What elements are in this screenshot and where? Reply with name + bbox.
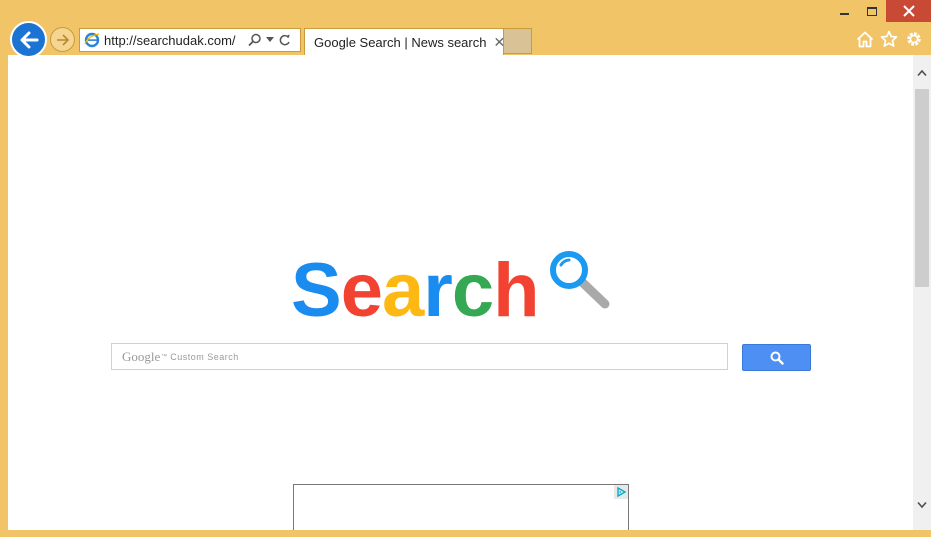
window-bottom-frame — [0, 530, 931, 537]
favorites-button[interactable] — [879, 29, 899, 49]
arrow-right-icon — [56, 33, 69, 46]
logo-letter-h: h — [493, 248, 539, 333]
scroll-up-icon[interactable] — [917, 69, 927, 77]
adchoices-icon[interactable] — [614, 485, 628, 499]
address-search-button[interactable] — [248, 33, 262, 47]
scrollbar-thumb[interactable] — [915, 89, 929, 287]
search-icon — [770, 351, 784, 365]
refresh-icon — [279, 34, 290, 45]
vertical-scrollbar[interactable] — [913, 55, 931, 530]
browser-chrome: http://searchudak.com/ Google Search | N… — [0, 0, 931, 58]
star-icon — [880, 30, 898, 47]
search-watermark-trademark: ™ — [161, 353, 168, 360]
scroll-down-icon[interactable] — [917, 501, 927, 509]
settings-button[interactable] — [904, 29, 924, 49]
tab-label: Google Search | News search — [314, 34, 487, 50]
logo-letter-a: a — [381, 248, 424, 333]
new-tab-button[interactable] — [504, 28, 532, 54]
logo-letter-e: e — [340, 248, 383, 333]
search-watermark-text: Custom Search — [170, 351, 239, 362]
arrow-left-icon — [20, 31, 38, 48]
logo-letter-r: r — [423, 248, 453, 333]
forward-button[interactable] — [50, 27, 75, 52]
minimize-button[interactable] — [830, 0, 858, 22]
refresh-button[interactable] — [278, 34, 291, 47]
maximize-icon — [867, 6, 877, 16]
logo-wordmark: Search — [291, 248, 540, 333]
search-input[interactable]: Google ™ Custom Search — [111, 343, 728, 370]
maximize-button[interactable] — [858, 0, 886, 22]
ie-logo-icon — [84, 32, 100, 48]
search-button[interactable] — [742, 344, 811, 371]
search-icon — [248, 33, 261, 47]
tab-google-search[interactable]: Google Search | News search ✕ — [304, 28, 505, 55]
close-x-icon — [902, 5, 915, 17]
minimize-icon — [839, 13, 849, 15]
search-watermark-brand: Google — [122, 348, 161, 364]
address-bar[interactable]: http://searchudak.com/ — [79, 28, 301, 52]
ad-frame[interactable] — [293, 484, 629, 530]
home-icon — [856, 31, 874, 47]
page-viewport: Search Google ™ Custom Search — [8, 55, 931, 530]
logo-letter-c: c — [451, 248, 494, 333]
magnifier-icon — [549, 251, 610, 309]
search-form: Google ™ Custom Search — [111, 343, 811, 371]
close-window-button[interactable] — [886, 0, 931, 22]
home-button[interactable] — [855, 29, 875, 49]
search-logo: Search — [291, 251, 611, 331]
address-dropdown-button[interactable] — [266, 37, 274, 43]
url-text[interactable]: http://searchudak.com/ — [104, 33, 244, 48]
chevron-down-icon — [266, 37, 274, 42]
back-button[interactable] — [10, 21, 47, 58]
logo-letter-s: S — [291, 248, 342, 333]
gear-icon — [907, 32, 921, 46]
